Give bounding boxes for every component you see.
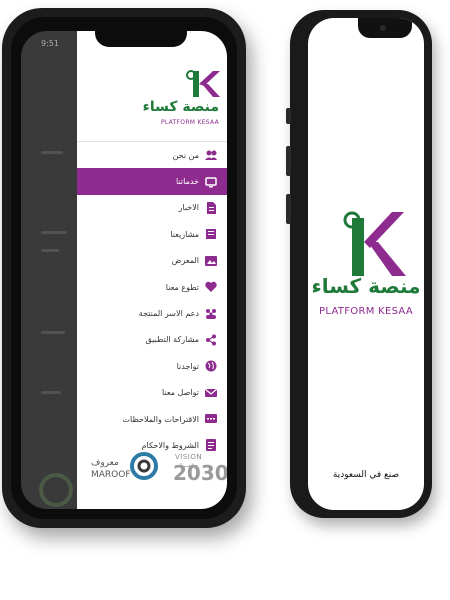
dimmed-app-background[interactable] xyxy=(21,31,77,509)
splash-brand-arabic: منصة كساء xyxy=(311,274,421,298)
background-text-line xyxy=(41,151,63,154)
splash-brand-english: PLATFORM KESAA xyxy=(319,306,413,317)
status-time: 9:51 xyxy=(41,39,59,48)
menu-item[interactable]: تطوع معنا xyxy=(77,274,227,300)
menu-item-label: تواصل معنا xyxy=(162,388,199,398)
menu-item[interactable]: الاقتراحات والملاحظات xyxy=(77,406,227,432)
left-phone-screen: 9:51 منصة كساء PLATFORM KESAA من نحن خدما… xyxy=(11,17,237,519)
drawer-header: منصة كساء PLATFORM KESAA xyxy=(77,31,227,142)
maroof-arabic: معروف xyxy=(91,458,119,468)
menu-item[interactable]: تواصل معنا xyxy=(77,380,227,406)
right-phone: منصة كساء PLATFORM KESAA صنع في السعودية xyxy=(286,10,432,518)
phone-notch xyxy=(358,18,412,38)
menu-item-label: دعم الاسر المنتجة xyxy=(138,309,199,319)
menu-item-label: المعرض xyxy=(171,256,199,266)
services-icon xyxy=(205,176,217,188)
background-badge xyxy=(39,473,73,507)
drawer-footer: معروف MAROOF VISION رؤيـــة 2030 xyxy=(77,439,227,509)
menu-item-label: الاقتراحات والملاحظات xyxy=(122,414,199,424)
made-in-saudi-label: صنع في السعودية xyxy=(332,470,400,480)
vision-2030-logo: 2030 xyxy=(173,461,227,485)
background-text-line xyxy=(41,231,67,234)
menu-item-label: الاخبار xyxy=(178,203,199,213)
menu-item[interactable]: تواجدنا xyxy=(77,353,227,379)
gallery-icon xyxy=(205,255,217,266)
menu-item[interactable]: من نحن xyxy=(77,142,227,168)
drawer-menu: من نحن خدماتنا الاخبار مشاريعنا المعرض تطوع م… xyxy=(77,142,227,459)
maroof-logo-icon[interactable] xyxy=(129,451,159,481)
menu-item[interactable]: الاخبار xyxy=(77,195,227,221)
volume-down-button xyxy=(286,194,291,224)
menu-item[interactable]: المعرض xyxy=(77,248,227,274)
menu-item-label: تواجدنا xyxy=(176,361,199,371)
menu-item-label: مشاركة التطبيق xyxy=(145,335,200,345)
brand-name-arabic: منصة كساء xyxy=(142,99,219,115)
left-phone: 9:51 منصة كساء PLATFORM KESAA من نحن خدما… xyxy=(2,8,246,528)
navigation-drawer: منصة كساء PLATFORM KESAA من نحن خدماتنا ال… xyxy=(77,31,227,509)
volume-up-button xyxy=(286,146,291,176)
menu-item-label: خدماتنا xyxy=(176,177,199,187)
globe-icon xyxy=(205,360,217,372)
menu-item[interactable]: دعم الاسر المنتجة xyxy=(77,300,227,326)
menu-item[interactable]: مشاريعنا xyxy=(77,221,227,247)
vision-english: VISION xyxy=(175,453,203,461)
background-text-line xyxy=(41,391,61,394)
maroof-label: معروف MAROOF xyxy=(91,457,131,481)
menu-item-label: مشاريعنا xyxy=(170,229,199,239)
menu-item[interactable]: خدماتنا xyxy=(77,168,227,195)
family-icon xyxy=(206,308,216,319)
people-icon xyxy=(205,150,217,161)
news-icon xyxy=(207,201,216,214)
phone-notch xyxy=(95,25,187,47)
menu-item[interactable]: مشاركة التطبيق xyxy=(77,327,227,353)
menu-item-label: تطوع معنا xyxy=(165,282,199,292)
brand-name-english: PLATFORM KESAA xyxy=(160,119,219,126)
maroof-english: MAROOF xyxy=(91,470,131,480)
heart-icon xyxy=(205,281,217,293)
feedback-icon xyxy=(205,414,217,424)
side-button xyxy=(286,108,291,124)
mail-icon xyxy=(205,388,217,397)
projects-icon xyxy=(206,229,216,240)
menu-item-label: من نحن xyxy=(172,150,199,160)
background-text-line xyxy=(41,331,65,334)
background-text-line xyxy=(41,249,59,252)
share-icon xyxy=(206,334,216,346)
splash-screen: منصة كساء PLATFORM KESAA صنع في السعودية xyxy=(308,18,424,510)
